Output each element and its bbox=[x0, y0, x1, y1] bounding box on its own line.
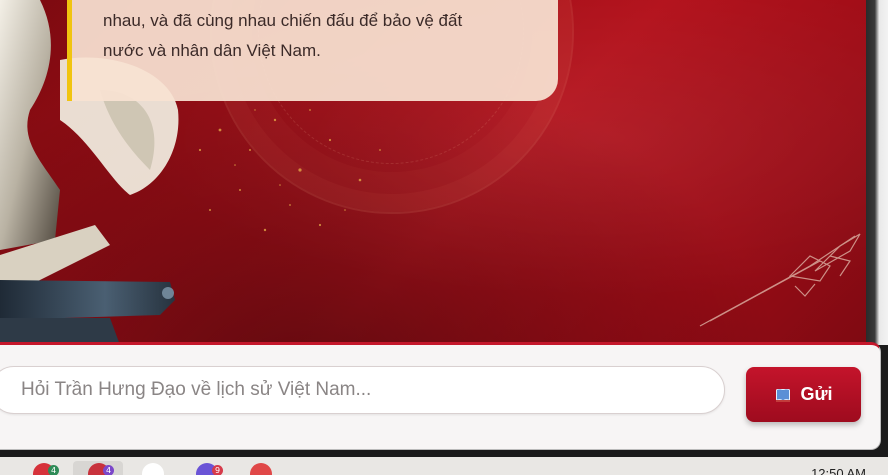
taskbar-badge-3: 9 bbox=[212, 465, 223, 475]
gold-sparkles bbox=[198, 109, 381, 232]
taskbar-badge-1: 4 bbox=[48, 465, 59, 475]
send-button-label: Gửi bbox=[800, 384, 833, 404]
app-icon-red-2[interactable] bbox=[250, 463, 272, 475]
taskbar-clock: 12:50 AM bbox=[811, 466, 866, 475]
speech-line-1: nhau, và đã cùng nhau chiến đấu để bảo v… bbox=[103, 11, 463, 30]
app-icon-white[interactable] bbox=[142, 463, 164, 475]
taskbar-badge-2: 4 bbox=[103, 465, 114, 475]
chat-input[interactable] bbox=[0, 366, 725, 414]
chat-input-panel: Gửi bbox=[0, 342, 881, 450]
speech-bubble: nhau, và đã cùng nhau chiến đấu để bảo v… bbox=[67, 0, 558, 101]
speech-line-2: nước và nhân dân Việt Nam. bbox=[103, 41, 321, 60]
book-icon bbox=[776, 388, 791, 402]
lac-bird-motif bbox=[699, 233, 861, 327]
hero-background: nhau, và đã cùng nhau chiến đấu để bảo v… bbox=[0, 0, 866, 345]
taskbar: 4 4 9 12:50 AM bbox=[0, 457, 888, 475]
window-edge bbox=[866, 0, 888, 345]
send-button[interactable]: Gửi bbox=[746, 367, 861, 422]
